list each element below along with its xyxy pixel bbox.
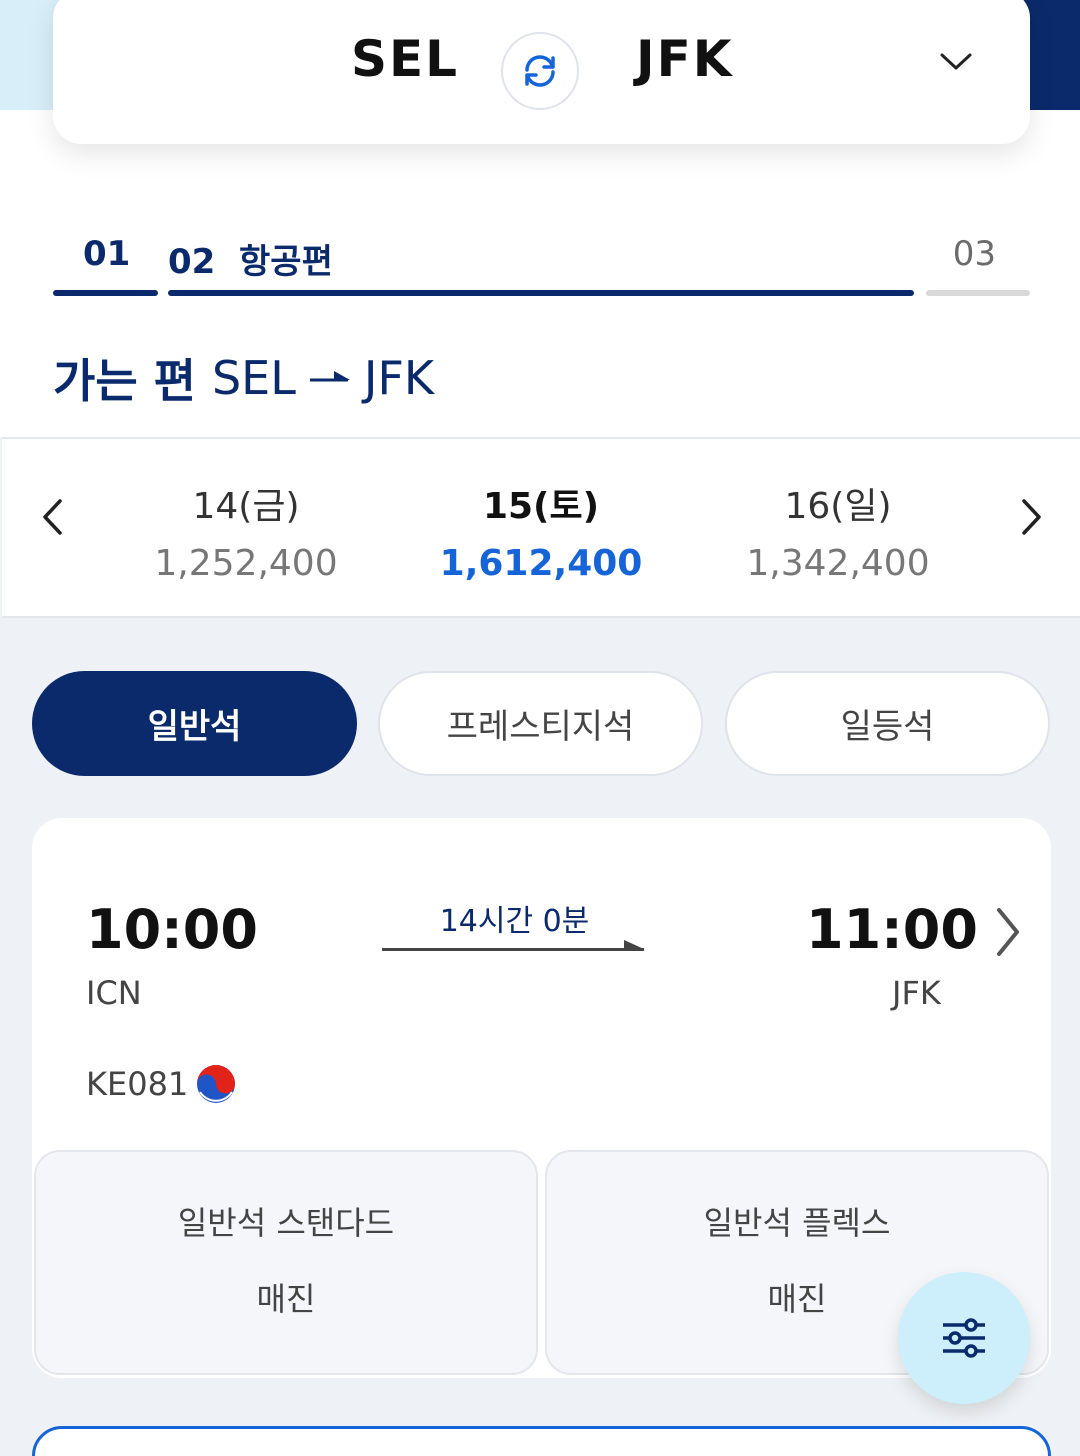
arrival-time: 11:00 (806, 898, 978, 961)
departure-airport: ICN (86, 974, 142, 1012)
arrival-airport: JFK (892, 974, 941, 1012)
direction-from: SEL (211, 351, 296, 405)
filter-sliders-icon (943, 1318, 985, 1358)
direction-label: 가는 편 (53, 354, 196, 408)
date-day: 16(일) (784, 486, 892, 527)
duration-line (382, 948, 644, 951)
flight-card[interactable]: 10:00 ICN 14시간 0분 11:00 JFK KE081 일반석 스탠… (32, 818, 1051, 1378)
destination-code[interactable]: JFK (636, 30, 734, 88)
chevron-down-icon (940, 53, 972, 70)
date-day: 14(금) (192, 486, 300, 527)
flight-number-row: KE081 (86, 1064, 236, 1104)
fare-name: 일반석 플렉스 (703, 1204, 891, 1242)
step-2[interactable]: 02 항공편 (168, 234, 333, 283)
prev-date-button[interactable] (32, 497, 72, 537)
chevron-right-icon (997, 908, 1019, 956)
route-card: SEL JFK (53, 0, 1030, 144)
filter-button[interactable] (898, 1272, 1030, 1404)
step-3[interactable]: 03 (953, 234, 996, 274)
direction-to: JFK (363, 351, 435, 405)
step-3-bar (926, 290, 1030, 296)
fare-status: 매진 (256, 1280, 316, 1318)
date-option[interactable]: 14(금) 1,252,400 (116, 477, 376, 584)
next-flight-card[interactable] (32, 1426, 1051, 1456)
departure-time: 10:00 (86, 898, 258, 961)
step-2-label: 항공편 (239, 242, 333, 282)
korean-air-logo (197, 1065, 236, 1103)
step-1-bar (53, 290, 158, 296)
next-date-button[interactable] (1012, 497, 1052, 537)
date-price: 1,342,400 (746, 543, 930, 584)
step-2-number: 02 (168, 242, 216, 282)
chevron-right-icon (1022, 499, 1041, 535)
plane-arrow-icon (309, 371, 350, 382)
direction-title: 가는 편 SEL JFK (53, 345, 434, 411)
swap-icon (525, 55, 555, 87)
swap-route-button[interactable] (501, 32, 579, 110)
duration-arrowhead (624, 940, 644, 949)
date-day: 15(토) (482, 486, 600, 527)
header-band-left (0, 0, 60, 110)
fare-option-standard[interactable]: 일반석 스탠다드 매진 (34, 1150, 538, 1375)
chevron-left-icon (43, 499, 62, 535)
date-price: 1,252,400 (154, 543, 338, 584)
direction-route: SEL JFK (212, 351, 434, 405)
class-tab-first[interactable]: 일등석 (725, 671, 1050, 776)
flight-number: KE081 (86, 1065, 189, 1103)
date-option-selected[interactable]: 15(토) 1,612,400 (411, 477, 671, 584)
class-tab-economy[interactable]: 일반석 (32, 671, 357, 776)
flight-duration: 14시간 0분 (439, 904, 590, 939)
class-tab-prestige[interactable]: 프레스티지석 (378, 671, 703, 776)
booking-steps: 01 02 항공편 03 (53, 228, 1030, 300)
date-option[interactable]: 16(일) 1,342,400 (708, 477, 968, 584)
fare-name: 일반석 스탠다드 (177, 1204, 395, 1242)
flight-detail-button[interactable] (988, 902, 1028, 962)
origin-code[interactable]: SEL (351, 30, 459, 88)
step-2-bar (168, 290, 914, 296)
step-1[interactable]: 01 (83, 234, 130, 274)
date-selector: 14(금) 1,252,400 15(토) 1,612,400 16(일) 1,… (2, 437, 1080, 618)
date-price: 1,612,400 (439, 543, 643, 584)
expand-route-button[interactable] (933, 42, 979, 82)
